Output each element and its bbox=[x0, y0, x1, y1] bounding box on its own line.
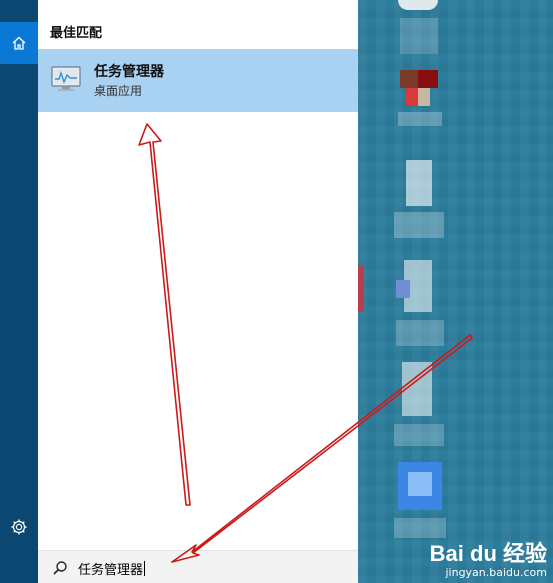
watermark-url: jingyan.baidu.com bbox=[445, 566, 547, 579]
desktop-icon-blur bbox=[394, 518, 446, 538]
best-match-result[interactable]: 任务管理器 桌面应用 bbox=[38, 49, 358, 112]
desktop-icon-blur bbox=[418, 88, 430, 106]
desktop-icon-blur bbox=[406, 160, 432, 206]
desktop-icon-blur bbox=[408, 472, 432, 496]
desktop-icon-blur bbox=[396, 320, 444, 346]
desktop-icon-blur bbox=[406, 88, 418, 106]
task-manager-icon bbox=[51, 66, 81, 91]
screen: 最佳匹配 任务管理器 桌面应用 任务管理器 Bai du 经验 jingyan.… bbox=[0, 0, 553, 583]
desktop-background bbox=[358, 0, 553, 583]
start-rail bbox=[0, 0, 38, 583]
baidu-watermark: Bai du 经验 jingyan.baidu.com bbox=[430, 536, 547, 579]
desktop-icon-blur bbox=[398, 0, 438, 10]
result-type: 桌面应用 bbox=[94, 84, 143, 98]
best-match-heading: 最佳匹配 bbox=[50, 26, 103, 41]
gear-icon bbox=[11, 519, 27, 535]
desktop-icon-blur bbox=[358, 266, 364, 312]
desktop-icon-blur bbox=[400, 18, 438, 54]
desktop-icon-blur bbox=[418, 70, 438, 88]
home-icon bbox=[12, 36, 26, 50]
settings-button[interactable] bbox=[0, 507, 38, 547]
result-name: 任务管理器 bbox=[94, 64, 164, 80]
watermark-brand: Bai du 经验 bbox=[429, 541, 547, 566]
search-input[interactable]: 任务管理器 bbox=[38, 550, 358, 583]
desktop-icon-blur bbox=[400, 70, 418, 88]
desktop-icon-blur bbox=[396, 280, 410, 298]
search-query: 任务管理器 bbox=[78, 561, 146, 578]
desktop-icon-blur bbox=[398, 112, 442, 126]
text-caret bbox=[144, 561, 146, 576]
desktop-icon-blur bbox=[402, 362, 432, 416]
desktop-icon-blur bbox=[394, 212, 444, 238]
home-button[interactable] bbox=[0, 22, 38, 64]
desktop-icon-blur bbox=[394, 424, 444, 446]
search-icon bbox=[53, 561, 67, 575]
search-results-panel: 最佳匹配 任务管理器 桌面应用 任务管理器 bbox=[38, 0, 358, 583]
